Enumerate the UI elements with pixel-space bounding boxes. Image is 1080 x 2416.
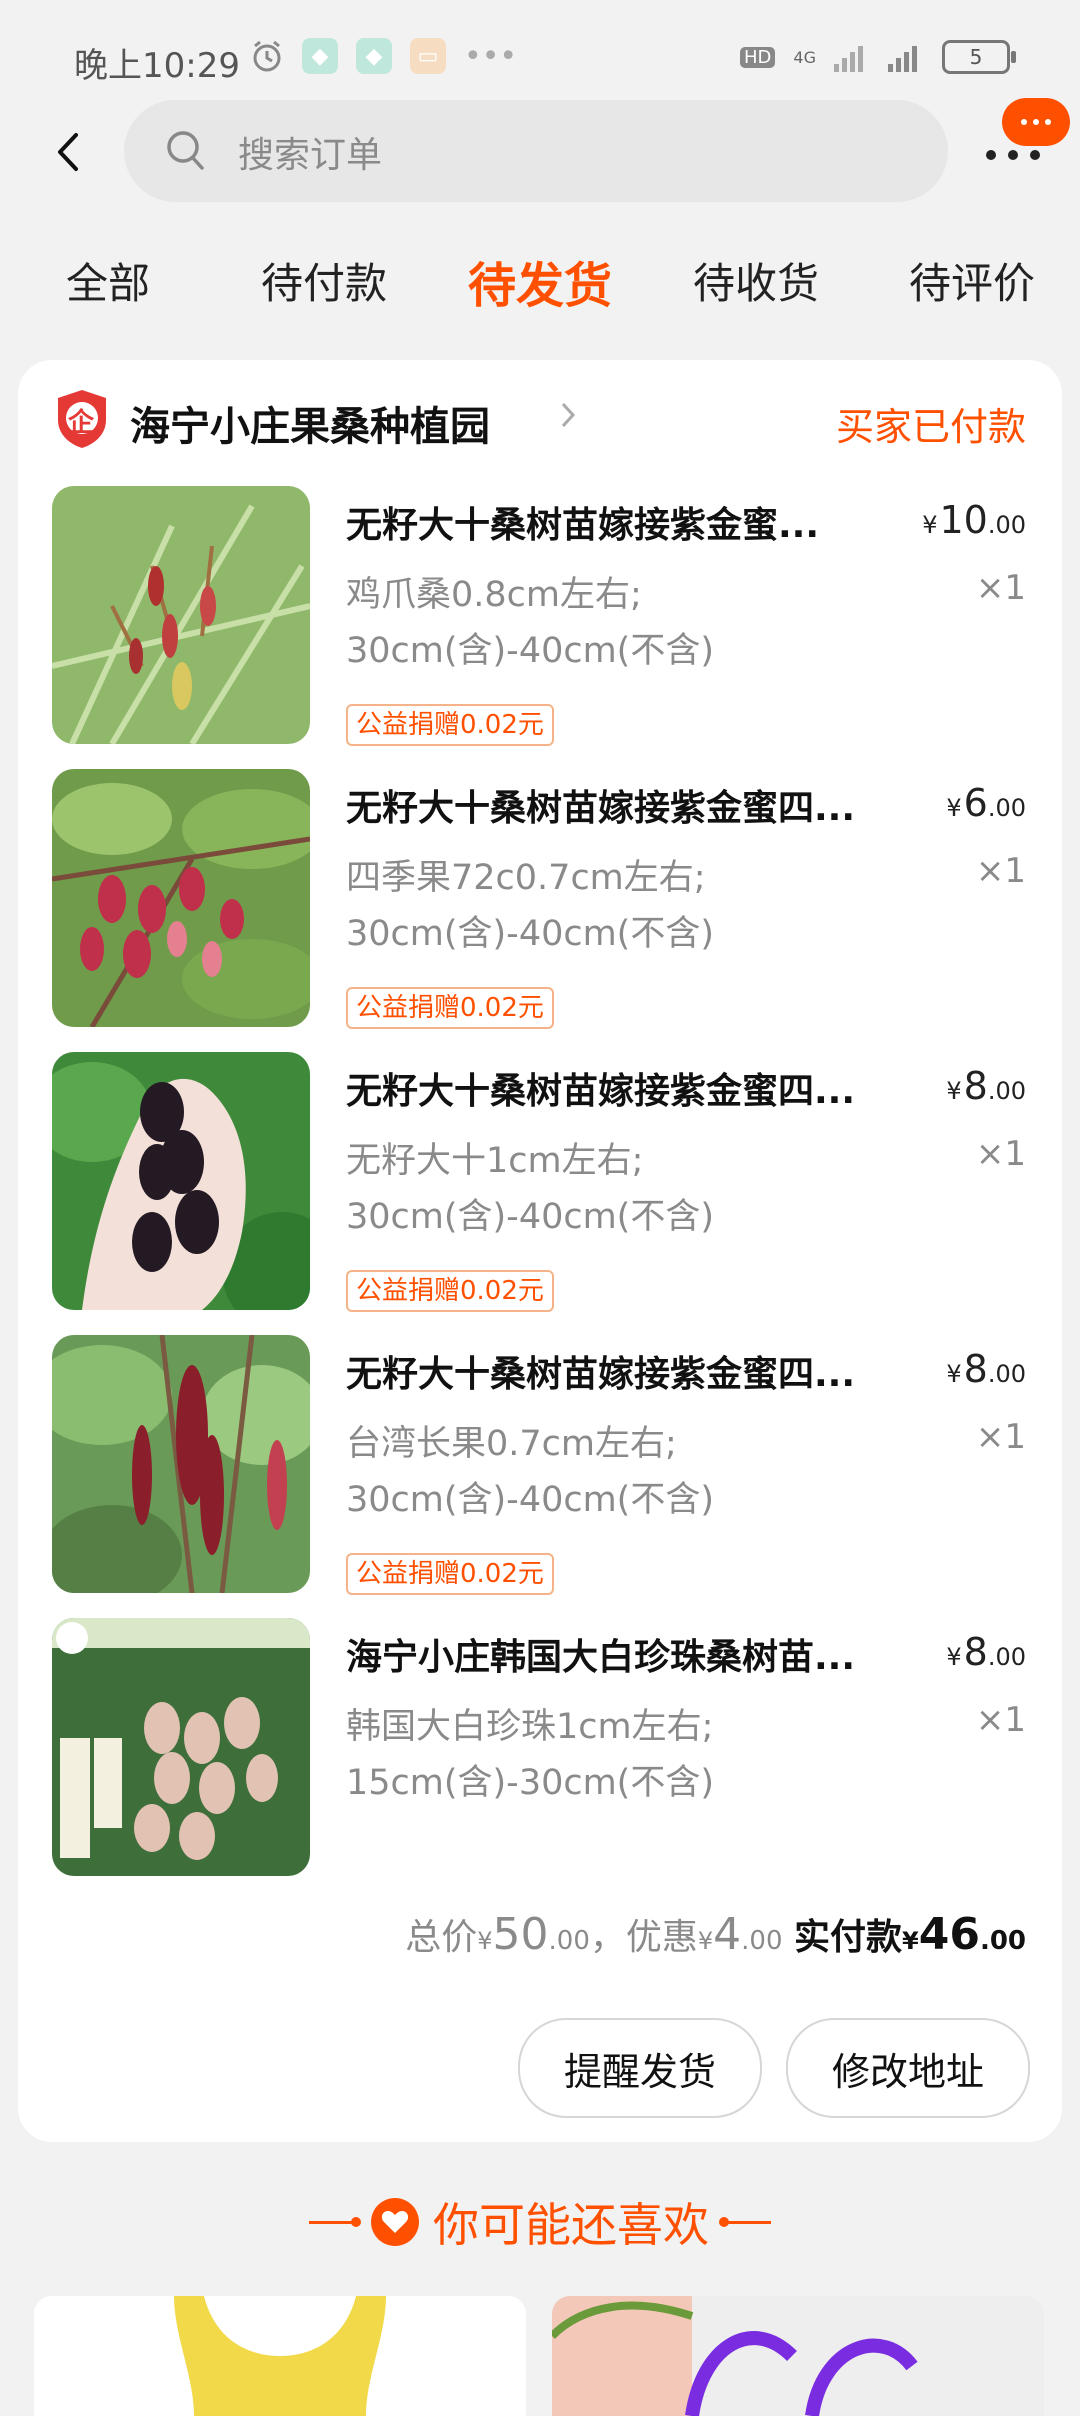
order-item[interactable]: 无籽大十桑树苗嫁接紫金蜜... ¥10.00 鸡爪桑0.8cm左右; 30cm(…: [18, 486, 1062, 754]
order-item[interactable]: 无籽大十桑树苗嫁接紫金蜜四... ¥8.00 无籽大十1cm左右; 30cm(含…: [18, 1052, 1062, 1320]
shop-enterprise-badge-icon: 企: [54, 388, 110, 450]
order-item[interactable]: 无籽大十桑树苗嫁接紫金蜜四... ¥8.00 台湾长果0.7cm左右; 30cm…: [18, 1335, 1062, 1603]
order-item[interactable]: 无籽大十桑树苗嫁接紫金蜜四... ¥6.00 四季果72c0.7cm左右; 30…: [18, 769, 1062, 1037]
tab-pending-shipment[interactable]: 待发货: [468, 246, 612, 316]
product-image[interactable]: [52, 1618, 310, 1876]
item-quantity: ×1: [975, 1700, 1026, 1740]
item-quantity: ×1: [975, 1417, 1026, 1457]
discount-amount: 4: [713, 1909, 742, 1960]
tab-pending-review[interactable]: 待评价: [909, 250, 1035, 311]
recommend-header: 你可能还喜欢: [0, 2182, 1080, 2262]
product-image[interactable]: [52, 1335, 310, 1593]
back-button[interactable]: [48, 127, 88, 177]
status-notification-icons: ◆ ◆ ▭ •••: [250, 38, 517, 74]
total-amount: 50: [492, 1909, 549, 1960]
donation-badge: 公益捐赠0.02元: [346, 987, 554, 1029]
item-title: 海宁小庄韩国大白珍珠桑树苗...: [346, 1637, 856, 1678]
recommend-product-card[interactable]: [552, 2296, 1044, 2416]
header: 搜索订单: [0, 95, 1080, 215]
heart-icon: [371, 2198, 419, 2246]
item-size: 30cm(含)-40cm(不含): [346, 914, 714, 954]
item-title: 无籽大十桑树苗嫁接紫金蜜...: [346, 505, 820, 546]
order-status: 买家已付款: [835, 405, 1026, 449]
item-sku: 无籽大十1cm左右;: [346, 1141, 644, 1181]
item-title: 无籽大十桑树苗嫁接紫金蜜四...: [346, 788, 856, 829]
product-image[interactable]: [52, 1052, 310, 1310]
order-item[interactable]: 海宁小庄韩国大白珍珠桑树苗... ¥8.00 韩国大白珍珠1cm左右; 15cm…: [18, 1618, 1062, 1886]
item-title: 无籽大十桑树苗嫁接紫金蜜四...: [346, 1071, 856, 1112]
tab-all[interactable]: 全部: [66, 250, 150, 311]
item-size: 30cm(含)-40cm(不含): [346, 1480, 714, 1520]
divider-left: [309, 2216, 361, 2227]
item-quantity: ×1: [975, 568, 1026, 608]
tab-pending-payment[interactable]: 待付款: [261, 250, 387, 311]
order-tabs: 全部 待付款 待发货 待收货 待评价: [0, 250, 1080, 330]
change-address-button[interactable]: 修改地址: [786, 2018, 1030, 2118]
search-icon: [167, 131, 204, 170]
donation-badge: 公益捐赠0.02元: [346, 1270, 554, 1312]
item-quantity: ×1: [975, 1134, 1026, 1174]
message-badge-icon: [1002, 98, 1070, 146]
back-arrow-icon: [58, 133, 78, 171]
item-title: 无籽大十桑树苗嫁接紫金蜜四...: [346, 1354, 856, 1395]
status-time: 晚上10:29: [74, 46, 240, 86]
product-image[interactable]: [52, 769, 310, 1027]
more-menu-button[interactable]: [982, 98, 1070, 180]
search-input[interactable]: 搜索订单: [124, 100, 948, 202]
tab-pending-receipt[interactable]: 待收货: [693, 250, 819, 311]
item-size: 30cm(含)-40cm(不含): [346, 1197, 714, 1237]
item-quantity: ×1: [975, 851, 1026, 891]
paid-amount: 46: [918, 1909, 980, 1960]
more-dots-icon: [986, 150, 1040, 160]
item-price: ¥10.00: [922, 498, 1026, 542]
more-notifications-icon: •••: [464, 38, 518, 74]
item-sku: 四季果72c0.7cm左右;: [346, 858, 706, 898]
signal-icon-2: [888, 46, 917, 72]
paid-label: 实付款: [793, 1917, 902, 1958]
item-price: ¥6.00: [946, 781, 1026, 825]
order-total: 总价¥50.00，优惠¥4.00 实付款¥46.00: [405, 1909, 1026, 1960]
recommend-title: 你可能还喜欢: [433, 2198, 709, 2252]
divider-right: [719, 2216, 771, 2227]
shield-app-icon: ◆: [302, 38, 338, 74]
signal-icon: [834, 46, 863, 72]
product-image[interactable]: [52, 486, 310, 744]
order-card: 企 海宁小庄果桑种植园 买家已付款 无籽大十桑树苗嫁接紫金蜜... ¥10.00…: [18, 360, 1062, 2142]
recommend-product-card[interactable]: [34, 2296, 526, 2416]
chevron-right-icon: [561, 402, 576, 428]
shop-name[interactable]: 海宁小庄果桑种植园: [130, 394, 490, 452]
item-size: 30cm(含)-40cm(不含): [346, 631, 714, 671]
alarm-icon: [253, 40, 281, 72]
shop-badge-text: 企: [68, 408, 95, 438]
search-placeholder: 搜索订单: [238, 135, 383, 176]
discount-label: ，优惠: [589, 1917, 698, 1958]
item-sku: 鸡爪桑0.8cm左右;: [346, 575, 642, 615]
4g-label: 4G: [793, 47, 816, 67]
gallery-app-icon: ▭: [410, 38, 446, 74]
battery-icon: 5: [942, 40, 1016, 74]
item-sku: 韩国大白珍珠1cm左右;: [346, 1707, 714, 1747]
item-price: ¥8.00: [946, 1630, 1026, 1674]
item-sku: 台湾长果0.7cm左右;: [346, 1424, 677, 1464]
security-app-icon: ◆: [356, 38, 392, 74]
donation-badge: 公益捐赠0.02元: [346, 704, 554, 746]
donation-badge: 公益捐赠0.02元: [346, 1553, 554, 1595]
shop-header[interactable]: 企 海宁小庄果桑种植园 买家已付款: [18, 360, 1062, 480]
hd-icon: HD: [740, 46, 776, 68]
status-right-icons: HD 4G 5: [740, 40, 1016, 74]
remind-shipment-button[interactable]: 提醒发货: [518, 2018, 762, 2118]
item-price: ¥8.00: [946, 1347, 1026, 1391]
product-image: [552, 2296, 1044, 2416]
item-size: 15cm(含)-30cm(不含): [346, 1763, 714, 1803]
total-label: 总价: [405, 1917, 478, 1958]
item-price: ¥8.00: [946, 1064, 1026, 1108]
product-image: [34, 2296, 526, 2416]
